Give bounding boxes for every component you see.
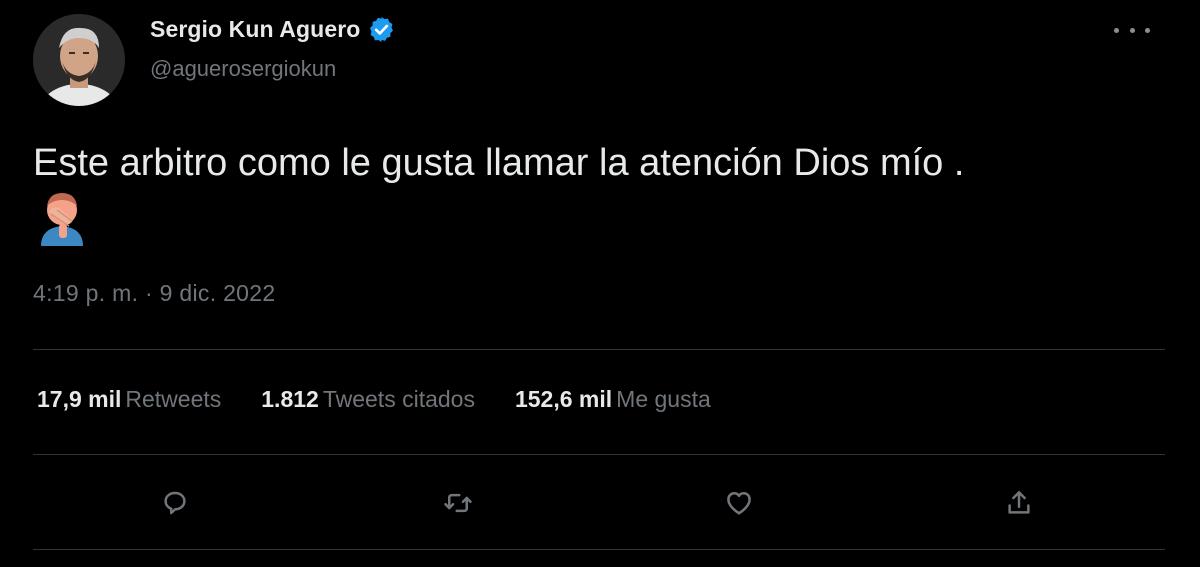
stat-likes[interactable]: 152,6 mil Me gusta (515, 386, 711, 413)
author-block: Sergio Kun Aguero @aguerosergiokun (150, 12, 396, 82)
likes-label: Me gusta (616, 386, 711, 412)
divider (33, 454, 1165, 455)
tweet-text: Este arbitro como le gusta llamar la ate… (33, 142, 965, 184)
retweet-button[interactable] (433, 478, 483, 528)
verified-badge-icon (367, 15, 396, 44)
man-facepalming-emoji-icon (37, 190, 87, 246)
engagement-stats: 17,9 mil Retweets 1.812 Tweets citados 152… (37, 386, 751, 413)
tweet-detail: Sergio Kun Aguero @aguerosergiokun Este … (0, 0, 1200, 567)
tweet-timestamp[interactable]: 4:19 p. m. · 9 dic. 2022 (33, 280, 275, 307)
stat-quote-tweets[interactable]: 1.812 Tweets citados (261, 386, 475, 413)
like-button[interactable] (714, 478, 764, 528)
divider (33, 349, 1165, 350)
avatar[interactable] (33, 14, 125, 106)
stat-retweets[interactable]: 17,9 mil Retweets (37, 386, 221, 413)
divider (33, 549, 1165, 550)
share-button[interactable] (994, 478, 1044, 528)
likes-count: 152,6 mil (514, 386, 613, 412)
retweets-label: Retweets (125, 386, 222, 412)
more-options-icon[interactable] (1114, 18, 1150, 42)
tweet-actions (150, 478, 1050, 528)
retweet-icon (444, 493, 472, 513)
display-name[interactable]: Sergio Kun Aguero (150, 16, 360, 43)
reply-icon (164, 491, 186, 515)
quote-tweets-label: Tweets citados (322, 386, 475, 412)
share-icon (1008, 491, 1030, 514)
like-icon (727, 492, 751, 515)
reply-button[interactable] (150, 478, 200, 528)
user-handle[interactable]: @aguerosergiokun (150, 56, 396, 82)
retweets-count: 17,9 mil (37, 386, 122, 412)
quote-tweets-count: 1.812 (261, 386, 319, 412)
